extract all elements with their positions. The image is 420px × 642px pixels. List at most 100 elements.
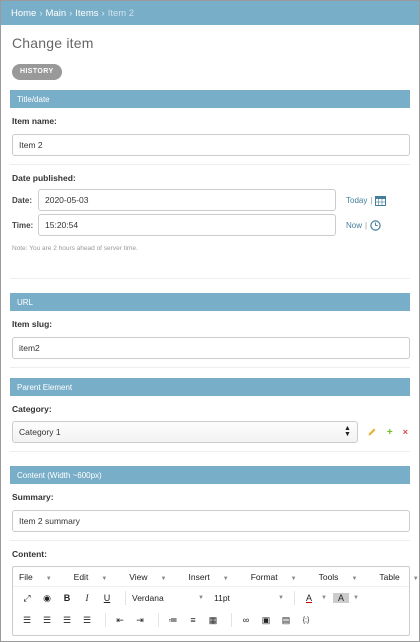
menu-format[interactable]: Format ▼ (251, 572, 308, 582)
object-tools: HISTORY (12, 64, 410, 80)
justify-icon[interactable]: ☰ (79, 615, 95, 626)
now-link[interactable]: Now (346, 221, 362, 230)
item-slug-label: Item slug: (12, 319, 53, 329)
preview-icon[interactable]: ◉ (39, 593, 55, 604)
item-name-label: Item name: (12, 116, 57, 126)
date-input[interactable]: 2020-05-03 (38, 189, 336, 211)
form-row-slug: Item slug: item2 (10, 311, 410, 368)
date-shortcuts: Today | (346, 195, 387, 206)
shortcut-separator: | (370, 195, 373, 205)
delete-related-icon[interactable]: × (403, 427, 408, 437)
calendar-icon[interactable] (375, 195, 387, 206)
breadcrumb-current: Item 2 (107, 7, 135, 19)
outdent-icon[interactable]: ⇤ (112, 615, 128, 626)
toolbar-divider (294, 591, 295, 605)
fieldset-header: Title/date (10, 90, 410, 108)
toolbar-divider (231, 613, 232, 627)
form-row-date-published: Date published: Date: 2020-05-03 Today | (10, 165, 410, 260)
text-color-icon[interactable]: A (301, 593, 317, 603)
fieldset-header: Parent Element (10, 378, 410, 396)
code-icon[interactable]: {;} (298, 617, 314, 624)
time-input[interactable]: 15:20:54 (38, 214, 336, 236)
bullet-list-icon[interactable]: ≔ (165, 615, 181, 626)
menu-tools-label: Tools (318, 571, 339, 582)
form-row-category: Category: Category 1 ▲ ▼ + × (10, 396, 410, 452)
breadcrumb-items[interactable]: Items (75, 8, 98, 19)
form-row-item-name: Item name: Item 2 (10, 108, 410, 165)
breadcrumb-separator: › (39, 7, 43, 19)
menu-view[interactable]: View ▼ (129, 572, 177, 582)
chevron-down-icon: ▼ (412, 575, 419, 582)
table-icon[interactable]: ▦ (205, 615, 221, 626)
menu-edit[interactable]: Edit ▼ (74, 572, 119, 582)
menu-insert-label: Insert (188, 571, 210, 582)
time-label: Time: (12, 220, 34, 230)
admin-window: Home › Main › Items › Item 2 Change item… (0, 0, 420, 642)
chevron-down-icon[interactable]: ▼ (353, 595, 359, 601)
toolbar-divider (125, 591, 126, 605)
italic-icon[interactable]: I (79, 593, 95, 603)
item-slug-input[interactable]: item2 (12, 337, 410, 359)
font-family-value: Verdana (132, 593, 164, 603)
menu-file[interactable]: File ▼ (19, 572, 63, 582)
menu-table[interactable]: Table ▼ (379, 572, 419, 582)
time-shortcuts: Now | (346, 219, 381, 231)
background-color-icon[interactable]: A (332, 593, 349, 603)
category-select[interactable]: Category 1 ▲ ▼ (12, 421, 358, 443)
add-related-icon[interactable]: + (387, 427, 393, 438)
item-name-input[interactable]: Item 2 (12, 134, 410, 156)
chevron-down-icon: ▼ (351, 575, 358, 582)
font-family-select[interactable]: Verdana ▼ (132, 593, 204, 603)
fieldset-header: Content (Width ~600px) (10, 466, 410, 484)
related-widget-actions: + × (367, 427, 408, 438)
underline-icon[interactable]: U (99, 593, 115, 603)
align-left-icon[interactable]: ☰ (19, 615, 35, 626)
media-icon[interactable]: ▤ (278, 615, 294, 626)
shortcut-separator: | (365, 220, 368, 230)
chevron-down-icon: ▼ (101, 575, 108, 582)
content-label: Content: (12, 549, 47, 559)
editor-toolbar-row-1: ⤢ ◉ B I U Verdana ▼ 11pt ▼ A ▼ A ▼ (13, 587, 409, 609)
edit-related-icon[interactable] (367, 427, 377, 437)
link-icon[interactable]: ∞ (238, 615, 254, 625)
category-selected-value: Category 1 (19, 427, 61, 437)
date-published-label: Date published: (12, 173, 76, 183)
align-right-icon[interactable]: ☰ (59, 615, 75, 626)
summary-label: Summary: (12, 492, 54, 502)
fieldset-title-date: Title/date Item name: Item 2 Date publis… (10, 90, 410, 260)
breadcrumb-separator: › (101, 7, 105, 19)
fullscreen-icon[interactable]: ⤢ (19, 593, 35, 604)
rich-text-editor[interactable]: File ▼ Edit ▼ View ▼ Insert ▼ Format ▼ Tools ▼… (12, 566, 419, 636)
bold-icon[interactable]: B (59, 593, 75, 603)
clock-icon[interactable] (370, 219, 381, 231)
today-link[interactable]: Today (346, 196, 367, 205)
menu-edit-label: Edit (73, 571, 89, 582)
chevron-down-icon: ▼ (222, 575, 229, 582)
editor-toolbar-row-2: ☰ ☰ ☰ ☰ ⇤ ⇥ ≔ ≡ ▦ ∞ ▣ ▤ {;} (13, 609, 409, 631)
breadcrumb-main[interactable]: Main (46, 8, 67, 19)
numbered-list-icon[interactable]: ≡ (185, 615, 201, 625)
page-title: Change item (12, 35, 94, 51)
align-center-icon[interactable]: ☰ (39, 615, 55, 626)
chevron-down-icon[interactable]: ▼ (321, 595, 327, 601)
font-size-value: 11pt (214, 593, 230, 603)
breadcrumb-separator: › (69, 7, 73, 19)
breadcrumb: Home › Main › Items › Item 2 (1, 1, 419, 25)
menu-tools[interactable]: Tools ▼ (319, 572, 369, 582)
menu-insert[interactable]: Insert ▼ (189, 572, 240, 582)
chevron-down-icon: ▼ (45, 575, 52, 582)
summary-input[interactable]: Item 2 summary (12, 510, 410, 532)
chevron-down-icon: ▼ (160, 575, 167, 582)
toolbar-divider (105, 613, 106, 627)
history-button[interactable]: HISTORY (12, 64, 62, 80)
form-row-content: Content: File ▼ Edit ▼ View ▼ Insert ▼ Forma… (10, 541, 419, 641)
editor-menubar: File ▼ Edit ▼ View ▼ Insert ▼ Format ▼ Tools ▼… (13, 567, 419, 587)
fieldset-url: URL Item slug: item2 (10, 278, 410, 368)
menu-file-label: File (19, 571, 33, 582)
chevron-down-icon: ▼ (278, 595, 284, 601)
image-icon[interactable]: ▣ (258, 615, 274, 626)
toolbar-divider (158, 613, 159, 627)
breadcrumb-home[interactable]: Home (11, 8, 36, 19)
font-size-select[interactable]: 11pt ▼ (214, 593, 284, 603)
indent-icon[interactable]: ⇥ (132, 615, 148, 626)
